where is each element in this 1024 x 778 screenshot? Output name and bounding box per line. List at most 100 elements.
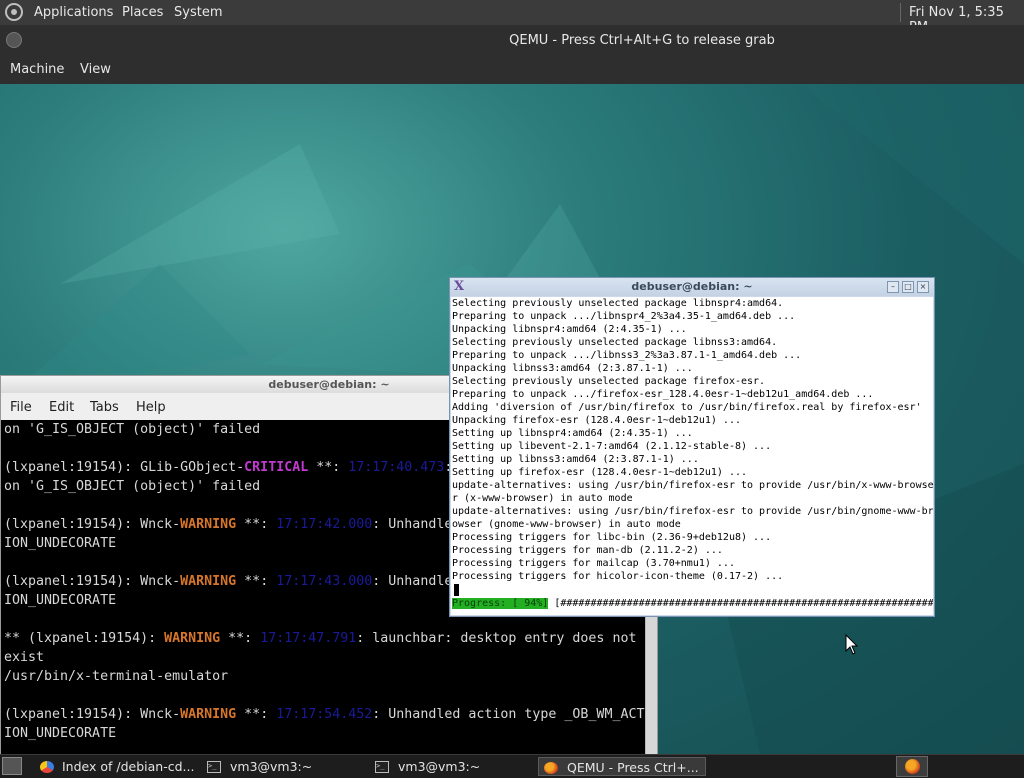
menu-system[interactable]: System	[174, 5, 222, 20]
xterm-line: Setting up libnss3:amd64 (2:3.87.1-1) ..…	[452, 454, 699, 465]
guest-taskbar: Index of /debian-cd... >_ vm3@vm3:~ >_ v…	[0, 754, 1024, 778]
minimize-button[interactable]: –	[887, 281, 899, 293]
log-text: (lxpanel:19154): GLib-GObject-	[4, 460, 245, 475]
xterm-line: Processing triggers for man-db (2.11.2-2…	[452, 545, 723, 556]
timestamp: 17:17:40.473	[348, 460, 445, 475]
xterm-line: Setting up firefox-esr (128.4.0esr-1~deb…	[452, 467, 748, 478]
log-text: **:	[220, 631, 261, 646]
xterm-line: Preparing to unpack .../firefox-esr_128.…	[452, 389, 874, 400]
apt-progress-bar: Progress: [ 94%] [######################…	[452, 597, 933, 610]
timestamp: 17:17:54.452	[276, 707, 373, 722]
log-text: (lxpanel:19154): Wnck-	[4, 574, 181, 589]
tray-qemu-button[interactable]	[896, 756, 928, 777]
xterm-line: Unpacking firefox-esr (128.4.0esr-1~deb1…	[452, 415, 741, 426]
lxterminal-line: (lxpanel:19154): Wnck-WARNING **: 17:17:…	[1, 705, 645, 724]
warning-tag: WARNING	[164, 631, 221, 646]
menu-applications[interactable]: Applications	[34, 5, 113, 20]
lxterminal-line: exist	[1, 648, 645, 667]
xterm-title: debuser@debian: ~	[631, 280, 753, 293]
menu-file[interactable]: File	[10, 400, 32, 415]
maximize-button[interactable]: □	[902, 281, 914, 293]
progress-label: Progress: [ 94%]	[452, 598, 549, 609]
log-text: ION_UNDECORATE	[4, 536, 117, 551]
xterm-line: Adding 'diversion of /usr/bin/firefox to…	[452, 402, 922, 413]
xterm-lines: Selecting previously unselected package …	[451, 297, 933, 583]
log-text: **:	[236, 574, 277, 589]
timestamp: 17:17:43.000	[276, 574, 373, 589]
menu-edit[interactable]: Edit	[49, 400, 74, 415]
xterm-line: r (x-www-browser) in auto mode	[452, 493, 633, 504]
xterm-line: Unpacking libnspr4:amd64 (2:4.35-1) ...	[452, 324, 687, 335]
timestamp: 17:17:42.000	[276, 517, 373, 532]
lxterminal-line	[1, 686, 645, 705]
xterm-line: Setting up libnspr4:amd64 (2:4.35-1) ...	[452, 428, 693, 439]
critical-tag: CRITICAL	[244, 460, 309, 475]
xterm-line: Selecting previously unselected package …	[452, 298, 784, 309]
log-text: exist	[4, 650, 45, 665]
text-cursor	[454, 584, 459, 596]
xterm-line: Processing triggers for hicolor-icon-the…	[452, 571, 784, 582]
taskbar-label: QEMU - Press Ctrl+...	[567, 760, 699, 775]
log-text: **:	[236, 707, 277, 722]
log-text: /usr/bin/x-terminal-emulator	[4, 669, 229, 684]
xterm-titlebar[interactable]: X debuser@debian: ~ – □ ×	[450, 278, 934, 296]
menu-places[interactable]: Places	[122, 5, 163, 20]
close-button[interactable]: ×	[917, 281, 929, 293]
log-text: : Unhandled action type _OB_WM_ACT	[372, 707, 645, 722]
lxterminal-line: ION_UNDECORATE	[1, 724, 645, 743]
taskbar-item-terminal-1[interactable]: >_ vm3@vm3:~	[204, 757, 370, 776]
xterm-line: Selecting previously unselected package …	[452, 376, 766, 387]
taskbar-item-terminal-2[interactable]: >_ vm3@vm3:~	[372, 757, 536, 776]
qemu-window-title: QEMU - Press Ctrl+Alt+G to release grab	[509, 33, 775, 48]
window-menu-icon[interactable]	[6, 32, 22, 48]
qemu-titlebar: QEMU - Press Ctrl+Alt+G to release grab	[0, 25, 1024, 55]
log-text: ION_UNDECORATE	[4, 726, 117, 741]
xterm-line: Preparing to unpack .../libnspr4_2%3a4.3…	[452, 311, 796, 322]
menu-machine[interactable]: Machine	[10, 62, 64, 77]
log-text: on 'G_IS_OBJECT (object)' failed	[4, 422, 261, 437]
xterm-line: Processing triggers for libc-bin (2.36-9…	[452, 532, 772, 543]
application-launcher-icon[interactable]	[2, 757, 22, 775]
timestamp: 17:17:47.791	[260, 631, 357, 646]
xterm-line: Processing triggers for mailcap (3.70+nm…	[452, 558, 735, 569]
log-text: on 'G_IS_OBJECT (object)' failed	[4, 479, 261, 494]
taskbar-label: vm3@vm3:~	[230, 759, 313, 774]
mouse-pointer-icon	[845, 634, 859, 655]
menu-tabs[interactable]: Tabs	[90, 400, 119, 415]
lxterminal-line: /usr/bin/x-terminal-emulator	[1, 667, 645, 686]
xterm-line: update-alternatives: using /usr/bin/fire…	[452, 480, 933, 491]
xterm-line: Preparing to unpack .../libnss3_2%3a3.87…	[452, 350, 802, 361]
chrome-icon	[40, 761, 54, 773]
log-text: (lxpanel:19154): Wnck-	[4, 517, 181, 532]
warning-tag: WARNING	[180, 574, 237, 589]
xterm-window[interactable]: X debuser@debian: ~ – □ × Selecting prev…	[449, 277, 935, 617]
log-text: : launchbar: desktop entry does not	[356, 631, 637, 646]
qemu-tray-icon	[905, 759, 920, 774]
xterm-line: Unpacking libnss3:amd64 (2:3.87.1-1) ...	[452, 363, 693, 374]
log-text: **:	[236, 517, 277, 532]
menu-help[interactable]: Help	[136, 400, 166, 415]
warning-tag: WARNING	[180, 707, 237, 722]
xterm-line: owser (gnome-www-browser) in auto mode	[452, 519, 681, 530]
menu-view[interactable]: View	[80, 62, 111, 77]
xterm-output[interactable]: Selecting previously unselected package …	[451, 297, 933, 615]
taskbar-label: Index of /debian-cd...	[62, 759, 195, 774]
xterm-line: Setting up libevent-2.1-7:amd64 (2.1.12-…	[452, 441, 772, 452]
lxterminal-line: ** (lxpanel:19154): WARNING **: 17:17:47…	[1, 629, 645, 648]
terminal-icon: >_	[375, 761, 389, 773]
taskbar-item-browser[interactable]: Index of /debian-cd...	[36, 757, 202, 776]
progress-hashes: [#######################################…	[548, 598, 933, 609]
qemu-icon	[544, 762, 558, 774]
log-text: ION_UNDECORATE	[4, 593, 117, 608]
taskbar-item-qemu[interactable]: QEMU - Press Ctrl+...	[538, 757, 706, 776]
panel-divider	[900, 3, 901, 22]
qemu-menubar: Machine View	[0, 55, 1024, 84]
xterm-line: Selecting previously unselected package …	[452, 337, 778, 348]
terminal-icon: >_	[207, 761, 221, 773]
system-logo-icon[interactable]	[5, 3, 23, 21]
log-text: (lxpanel:19154): Wnck-	[4, 707, 181, 722]
warning-tag: WARNING	[180, 517, 237, 532]
log-text: **:	[308, 460, 349, 475]
host-top-panel: Applications Places System Fri Nov 1, 5:…	[0, 0, 1024, 35]
taskbar-label: vm3@vm3:~	[398, 759, 481, 774]
